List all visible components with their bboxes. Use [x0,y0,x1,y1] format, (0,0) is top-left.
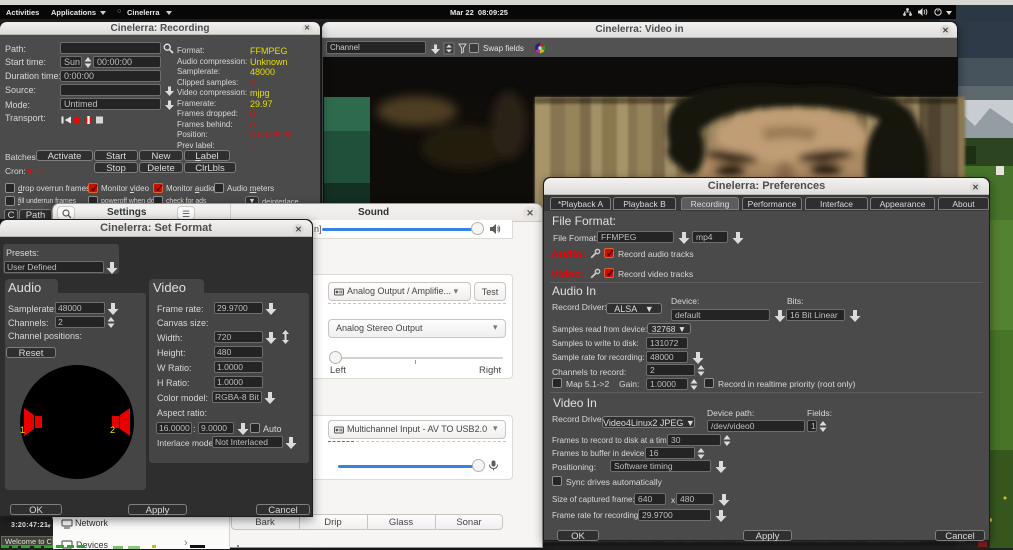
svg-text:1: 1 [20,425,25,435]
svg-text:2: 2 [110,425,115,435]
